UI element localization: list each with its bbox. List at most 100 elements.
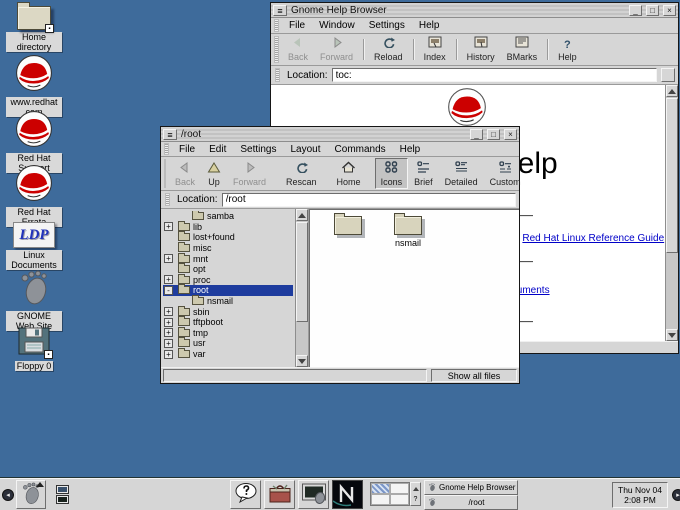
panel-hide-left-button[interactable]: ◂	[2, 489, 14, 501]
forward-button[interactable]: Forward	[314, 35, 359, 64]
menu-help[interactable]: Help	[412, 19, 447, 32]
scrollbar-thumb[interactable]	[666, 98, 678, 253]
close-button[interactable]: ×	[504, 129, 517, 140]
maximize-button[interactable]: □	[487, 129, 500, 140]
location-input[interactable]	[332, 68, 657, 82]
back-button[interactable]: Back	[282, 35, 314, 64]
help-titlebar[interactable]: ≡ Gnome Help Browser _ □ ×	[271, 3, 678, 18]
location-grip[interactable]	[275, 68, 280, 82]
menu-file[interactable]: File	[282, 19, 312, 32]
pager-desktop-2[interactable]	[390, 483, 409, 494]
tree-expander-icon[interactable]: +	[164, 307, 173, 316]
pager-side-buttons[interactable]: ?	[410, 482, 421, 506]
location-grip[interactable]	[165, 193, 170, 206]
location-input[interactable]	[222, 193, 516, 207]
window-menu-icon[interactable]: ≡	[163, 129, 177, 140]
minimize-button[interactable]: _	[470, 129, 483, 140]
menu-window[interactable]: Window	[312, 19, 362, 32]
help-button[interactable]: ? Help	[552, 35, 583, 64]
location-dropdown-button[interactable]	[661, 68, 675, 82]
task-root-window[interactable]: /root	[424, 495, 518, 510]
forward-button[interactable]: Forward	[227, 158, 272, 189]
pager-arrow-icon[interactable]	[411, 483, 420, 494]
minimize-button[interactable]: _	[629, 5, 642, 16]
icons-view-button[interactable]: Icons	[375, 158, 409, 189]
menu-settings[interactable]: Settings	[362, 19, 412, 32]
tree-item-selected[interactable]: - root	[163, 285, 293, 296]
menu-edit[interactable]: Edit	[202, 143, 233, 156]
menu-commands[interactable]: Commands	[328, 143, 393, 156]
desktop-icon-red-hat-errata[interactable]: Red Hat Errata	[6, 164, 62, 227]
pager-grid[interactable]	[370, 482, 410, 506]
tasklist-applet-icon[interactable]	[52, 480, 72, 509]
history-button[interactable]: History	[461, 35, 501, 64]
desktop-icon-home-directory[interactable]: ▪ Home directory	[6, 6, 62, 52]
tree-expander-icon[interactable]: +	[164, 275, 173, 284]
back-button[interactable]: Back	[169, 158, 201, 189]
brief-view-button[interactable]: Brief	[408, 158, 439, 189]
tree-expander-icon[interactable]: +	[164, 350, 173, 359]
menubar-grip[interactable]	[274, 19, 279, 32]
pager-desktop-1[interactable]	[371, 483, 390, 494]
detailed-view-button[interactable]: Detailed	[439, 158, 484, 189]
reload-button[interactable]: Reload	[368, 35, 409, 64]
file-item[interactable]	[322, 216, 374, 238]
toolbar-grip[interactable]	[274, 36, 279, 63]
pager-desktop-4[interactable]	[390, 494, 409, 505]
desktop-icon-floppy-0[interactable]: ▪ Floppy 0	[6, 326, 62, 371]
reference-guide-link[interactable]: Red Hat Linux Reference Guide	[522, 233, 664, 244]
bookmarks-button[interactable]: BMarks	[501, 35, 544, 64]
toolbar-grip[interactable]	[164, 159, 166, 188]
tree-expander-icon[interactable]: +	[164, 318, 173, 327]
custom-view-button[interactable]: Custom	[484, 158, 527, 189]
pager-question-icon[interactable]: ?	[411, 494, 420, 505]
window-menu-icon[interactable]: ≡	[273, 5, 287, 16]
scroll-up-button[interactable]	[296, 209, 308, 221]
tree-item[interactable]: + var	[163, 349, 293, 360]
help-launcher[interactable]	[230, 480, 261, 509]
scroll-down-button[interactable]	[666, 329, 678, 341]
home-button[interactable]: Home	[331, 158, 367, 189]
clock-applet[interactable]: Thu Nov 04 2:08 PM	[612, 482, 668, 508]
desktop-icon-gnome-web-site[interactable]: GNOME Web Site	[6, 268, 62, 331]
tree-expander-icon[interactable]: +	[164, 254, 173, 263]
rescan-button[interactable]: Rescan	[280, 158, 323, 189]
tree-scrollbar[interactable]	[295, 209, 308, 367]
tree-item-label: sbin	[193, 307, 210, 317]
menu-file[interactable]: File	[172, 143, 202, 156]
terminal-launcher[interactable]	[298, 480, 329, 509]
redhat-icon	[15, 54, 53, 95]
panel-hide-right-button[interactable]: ▸	[672, 489, 680, 501]
tree-expander-icon[interactable]: +	[164, 222, 173, 231]
desk-guide-applet[interactable]: ?	[370, 482, 421, 506]
main-menu-button[interactable]	[16, 480, 46, 509]
menu-help[interactable]: Help	[393, 143, 428, 156]
tree-expander-icon[interactable]: -	[164, 286, 173, 295]
menu-layout[interactable]: Layout	[284, 143, 328, 156]
scroll-down-button[interactable]	[296, 355, 308, 367]
scrollbar-thumb[interactable]	[296, 222, 308, 322]
config-tool-launcher[interactable]	[264, 480, 295, 509]
netscape-launcher[interactable]	[332, 480, 363, 509]
tree-expander-icon	[164, 244, 173, 253]
pager-desktop-3[interactable]	[371, 494, 390, 505]
location-label: Location:	[287, 70, 328, 81]
index-button[interactable]: Index	[418, 35, 452, 64]
help-vertical-scrollbar[interactable]	[665, 85, 678, 341]
file-item[interactable]: nsmail	[382, 216, 434, 248]
desktop-icon-linux-documents[interactable]: LDP Linux Documents	[6, 222, 62, 270]
maximize-button[interactable]: □	[646, 5, 659, 16]
tree-expander-icon[interactable]: +	[164, 328, 173, 337]
close-button[interactable]: ×	[663, 5, 676, 16]
desktop-icon-www-redhat-com[interactable]: www.redhat com	[6, 54, 62, 117]
tree-expander-icon[interactable]: +	[164, 339, 173, 348]
fm-titlebar[interactable]: ≡ /root _ □ ×	[161, 127, 519, 142]
help-window-title: Gnome Help Browser	[291, 5, 625, 16]
scroll-up-button[interactable]	[666, 85, 678, 97]
toolbar-label: Help	[558, 52, 577, 62]
fm-icon-panel[interactable]: nsmail	[309, 209, 519, 367]
task-gnome-help-browser[interactable]: Gnome Help Browser	[424, 480, 518, 495]
menu-settings[interactable]: Settings	[233, 143, 283, 156]
menubar-grip[interactable]	[164, 143, 169, 155]
up-button[interactable]: Up	[201, 158, 227, 189]
